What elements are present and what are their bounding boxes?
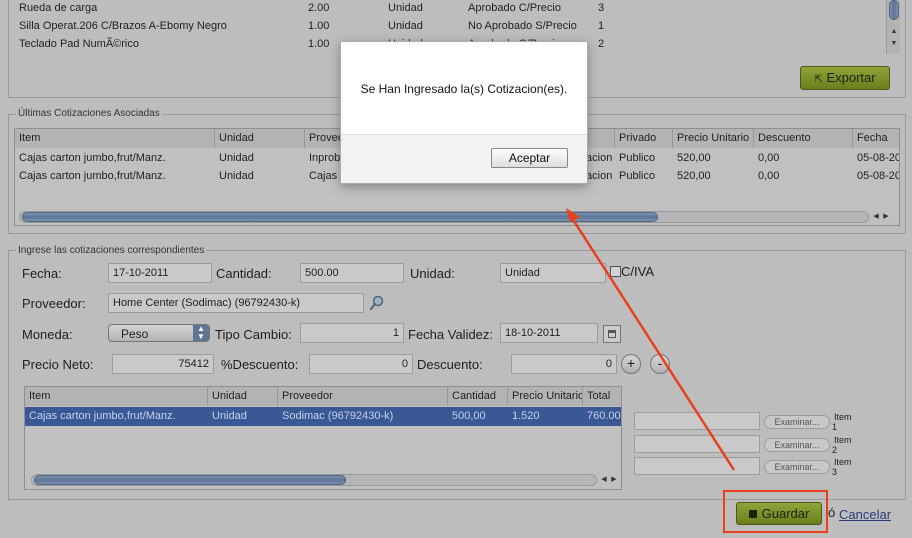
dialog-message: Se Han Ingresado la(s) Cotizacion(es). xyxy=(360,82,568,96)
accept-button[interactable]: Aceptar xyxy=(491,148,568,168)
dialog-footer: Aceptar xyxy=(341,134,587,183)
confirmation-dialog: Se Han Ingresado la(s) Cotizacion(es). A… xyxy=(340,41,588,184)
